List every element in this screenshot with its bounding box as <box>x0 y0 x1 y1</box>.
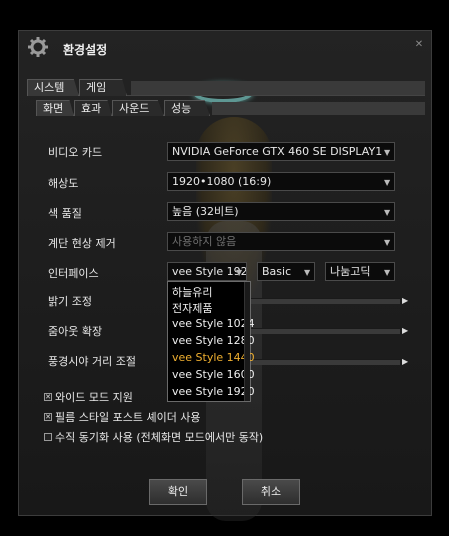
resolution-select[interactable]: 1920•1080 (16:9) ▼ <box>167 172 395 191</box>
tab-effects[interactable]: 효과 <box>74 100 112 116</box>
dropdown-option[interactable]: vee Style 1280 <box>172 334 255 347</box>
dropdown-option[interactable]: 하늘유리 <box>172 284 212 300</box>
interface-dropdown-list: 하늘유리 전자제품 vee Style 1024 vee Style 1280 … <box>167 281 255 402</box>
checkbox-unchecked-icon <box>44 433 52 441</box>
chevron-down-icon: ▼ <box>384 238 391 247</box>
dropdown-scrollbar[interactable] <box>244 282 250 401</box>
gear-icon <box>28 37 48 57</box>
color-quality-label: 색 품질 <box>48 207 82 220</box>
chevron-down-icon: ▼ <box>236 268 243 277</box>
main-tab-bar: 시스템 게임 <box>27 79 425 96</box>
video-card-label: 비디오 카드 <box>48 146 103 159</box>
cancel-button[interactable]: 취소 <box>242 479 300 505</box>
zoom-out-label: 줌아웃 확장 <box>48 325 103 338</box>
interface-label: 인터페이스 <box>48 267 99 280</box>
window-title: 환경설정 <box>63 43 108 57</box>
chevron-right-icon: ▶ <box>402 357 409 366</box>
film-shader-label: 필름 스타일 포스트 셰이더 사용 <box>55 411 201 424</box>
brightness-slider[interactable]: ▶ <box>250 296 408 305</box>
chevron-down-icon: ▼ <box>384 178 391 187</box>
resolution-label: 해상도 <box>48 177 79 190</box>
checkbox-checked-icon: ✕ <box>44 393 52 401</box>
sub-tab-bar: 화면 효과 사운드 성능 <box>36 100 425 117</box>
interface-preset-value: Basic <box>262 265 292 278</box>
dropdown-option-highlighted[interactable]: vee Style 1440 <box>172 351 255 364</box>
dropdown-option[interactable]: vee Style 1920 <box>172 385 255 398</box>
tab-screen[interactable]: 화면 <box>36 100 74 116</box>
tab-system[interactable]: 시스템 <box>27 79 79 96</box>
chevron-down-icon: ▼ <box>384 268 391 277</box>
settings-window: 환경설정 ✕ 시스템 게임 화면 효과 사운드 성능 비디오 카드 NVIDIA… <box>18 30 432 521</box>
view-distance-label: 풍경시야 거리 조절 <box>48 355 136 368</box>
chevron-right-icon: ▶ <box>402 326 409 335</box>
brightness-label: 밝기 조정 <box>48 295 92 308</box>
interface-font-value: 나눔고딕 <box>330 265 371 278</box>
resolution-value: 1920•1080 (16:9) <box>172 175 272 188</box>
banding-label: 계단 현상 제거 <box>48 237 116 250</box>
dropdown-option[interactable]: 전자제품 <box>172 300 212 316</box>
vsync-checkbox[interactable]: 수직 동기화 사용 (전체화면 모드에서만 동작) <box>44 429 263 445</box>
interface-preset-select[interactable]: Basic ▼ <box>257 262 315 281</box>
chevron-right-icon: ▶ <box>402 296 409 305</box>
close-icon[interactable]: ✕ <box>414 40 424 50</box>
video-card-select[interactable]: NVIDIA GeForce GTX 460 SE DISPLAY1 ▼ <box>167 142 395 161</box>
chevron-down-icon: ▼ <box>384 148 391 157</box>
banding-select[interactable]: 사용하지 않음 ▼ <box>167 232 395 251</box>
interface-style-select[interactable]: vee Style 192 ▼ <box>167 262 247 281</box>
view-distance-slider[interactable]: ▶ <box>250 357 408 366</box>
film-shader-checkbox[interactable]: ✕ 필름 스타일 포스트 셰이더 사용 <box>44 409 201 425</box>
chevron-down-icon: ▼ <box>384 208 391 217</box>
dropdown-option[interactable]: vee Style 1600 <box>172 368 255 381</box>
banding-value: 사용하지 않음 <box>172 235 237 248</box>
tab-game[interactable]: 게임 <box>79 79 127 96</box>
title-bar: 환경설정 ✕ <box>19 31 431 63</box>
color-quality-value: 높음 (32비트) <box>172 205 239 218</box>
zoom-out-slider[interactable]: ▶ <box>250 326 408 335</box>
tab-sound[interactable]: 사운드 <box>112 100 164 116</box>
widescreen-checkbox[interactable]: ✕ 와이드 모드 지원 <box>44 389 133 405</box>
widescreen-label: 와이드 모드 지원 <box>55 391 133 404</box>
tab-performance[interactable]: 성능 <box>164 100 210 116</box>
color-quality-select[interactable]: 높음 (32비트) ▼ <box>167 202 395 221</box>
vsync-label: 수직 동기화 사용 (전체화면 모드에서만 동작) <box>55 431 264 444</box>
checkbox-checked-icon: ✕ <box>44 413 52 421</box>
chevron-down-icon: ▼ <box>304 268 311 277</box>
video-card-value: NVIDIA GeForce GTX 460 SE DISPLAY1 <box>172 145 383 158</box>
dropdown-option[interactable]: vee Style 1024 <box>172 317 255 330</box>
confirm-button[interactable]: 확인 <box>149 479 207 505</box>
interface-font-select[interactable]: 나눔고딕 ▼ <box>325 262 395 281</box>
